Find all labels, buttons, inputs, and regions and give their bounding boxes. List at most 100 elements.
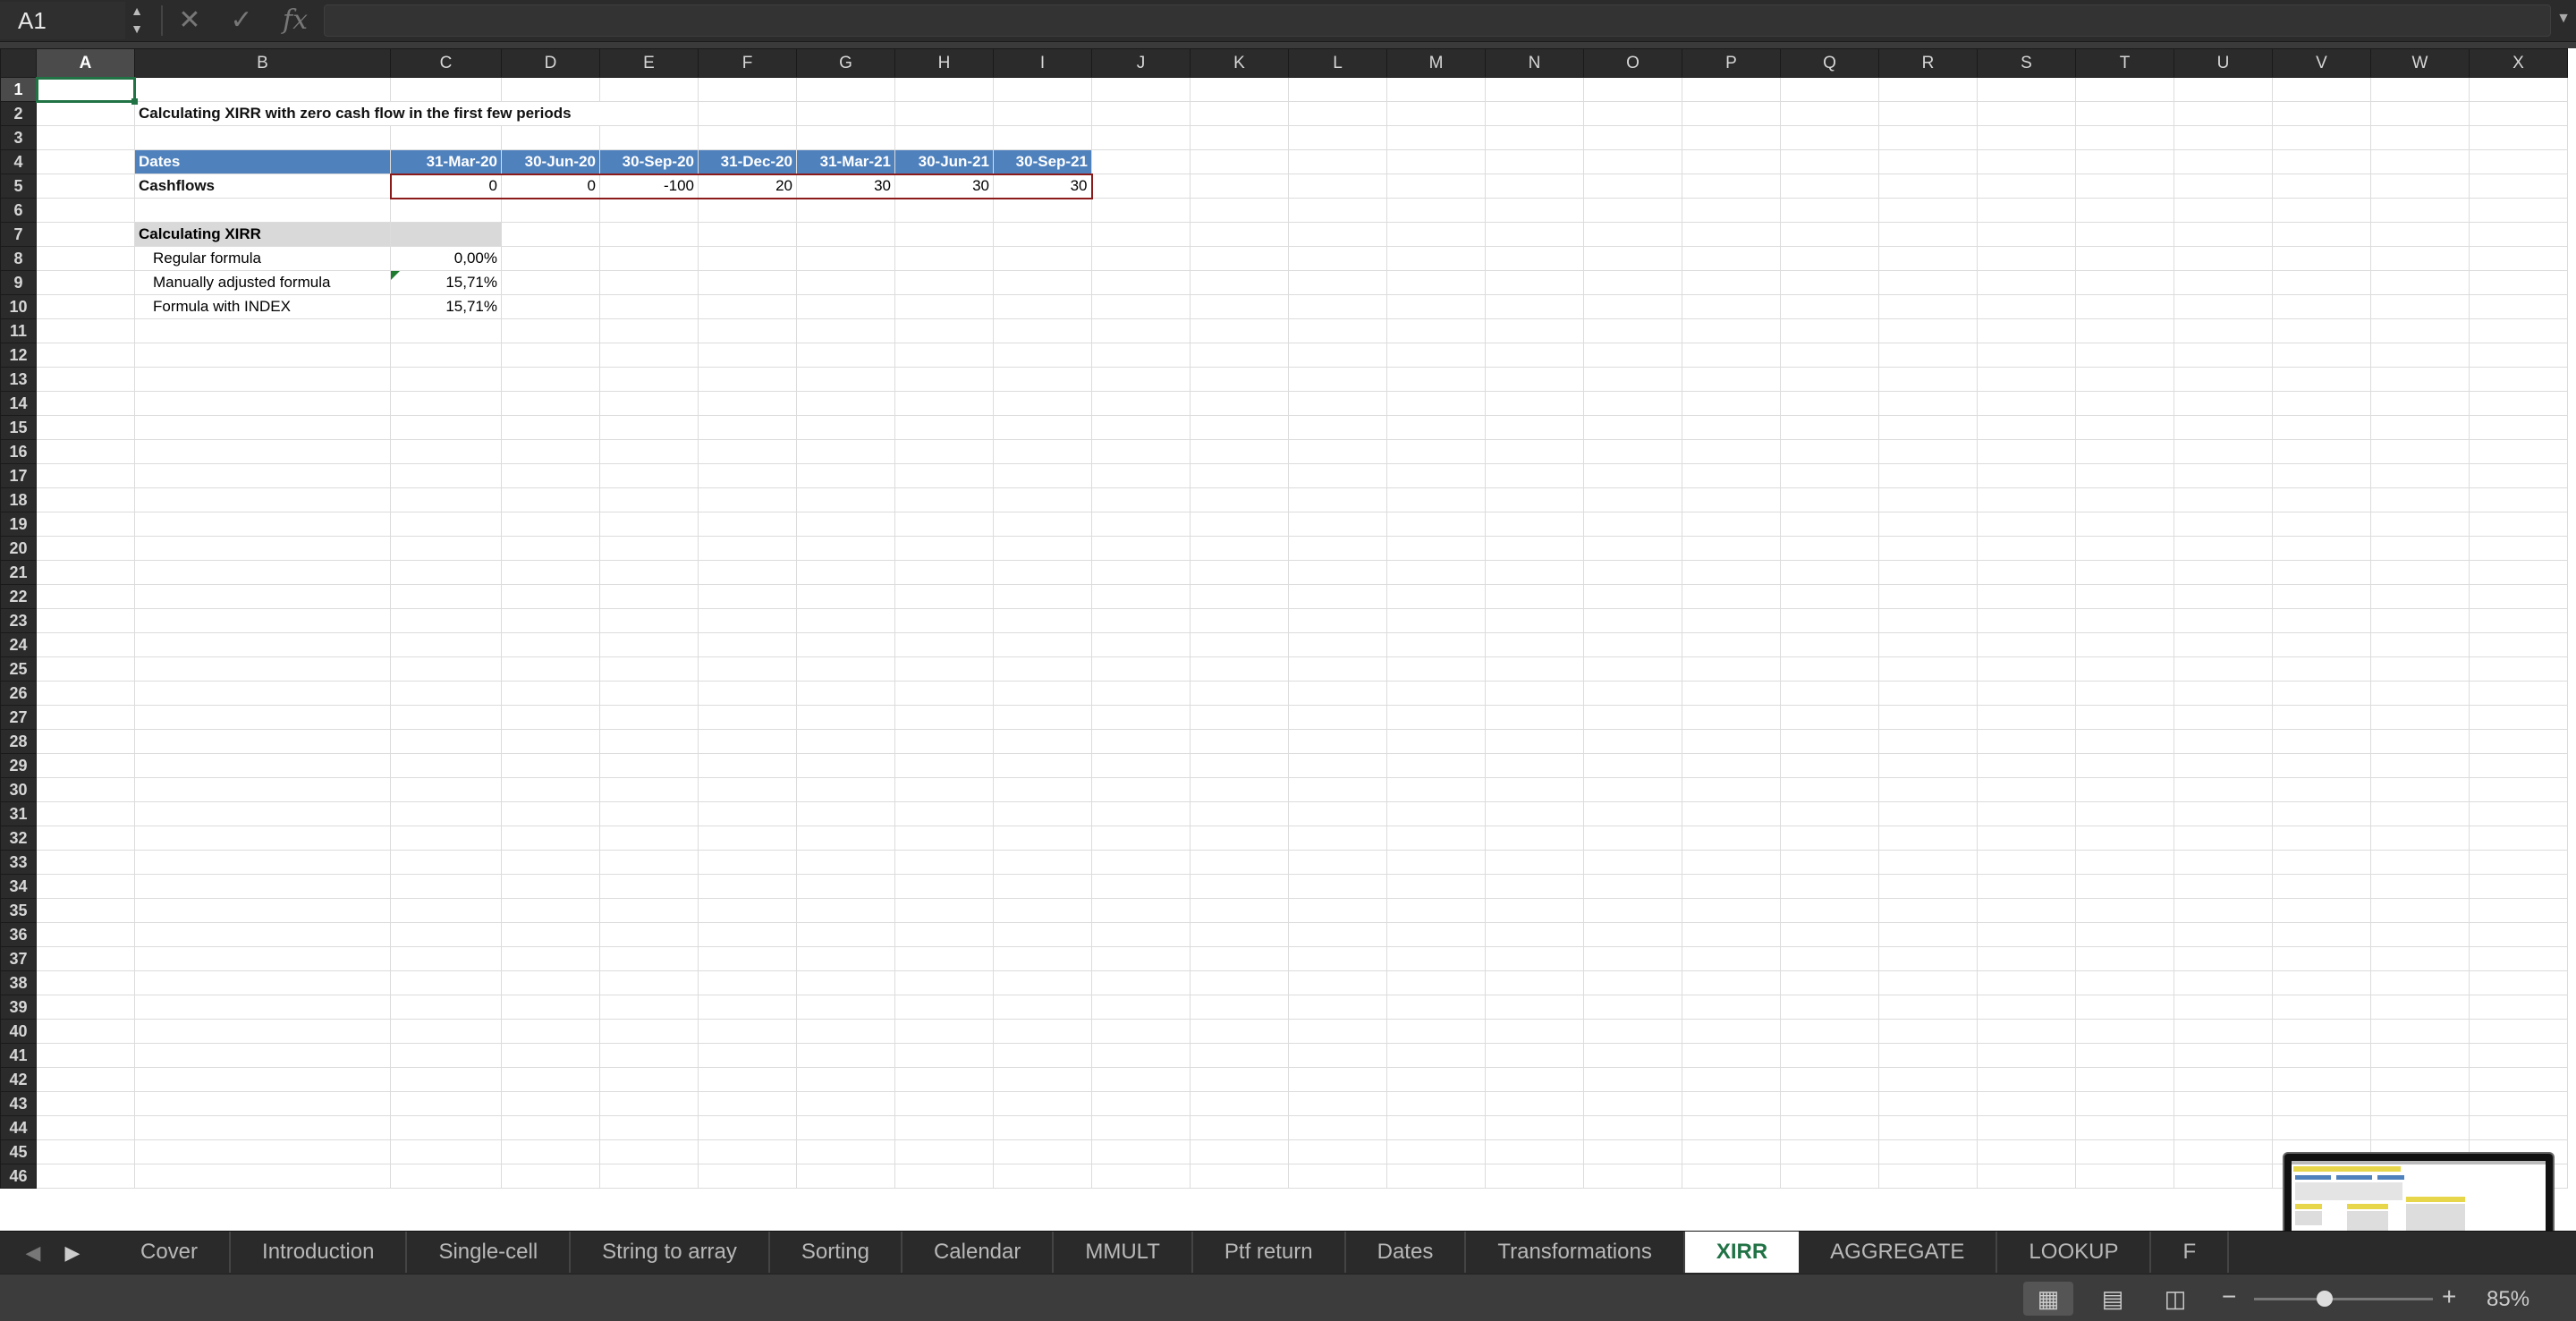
cell[interactable] xyxy=(993,946,1092,971)
cell[interactable] xyxy=(2370,1067,2470,1092)
cell[interactable] xyxy=(993,777,1092,802)
cell[interactable] xyxy=(1091,608,1191,633)
cell[interactable] xyxy=(1386,270,1486,295)
row-header[interactable]: 44 xyxy=(0,1115,37,1140)
cell[interactable] xyxy=(390,77,502,102)
cell[interactable] xyxy=(894,391,994,416)
cell[interactable] xyxy=(993,850,1092,875)
cell[interactable] xyxy=(501,656,600,682)
cell[interactable] xyxy=(1485,729,1584,754)
cell[interactable] xyxy=(2370,174,2470,199)
cell[interactable] xyxy=(796,946,895,971)
cell[interactable] xyxy=(2272,149,2371,174)
cell[interactable] xyxy=(1878,198,1978,223)
cell[interactable] xyxy=(1288,536,1387,561)
cell[interactable] xyxy=(36,536,135,561)
cell[interactable] xyxy=(390,970,502,995)
cell[interactable] xyxy=(1288,995,1387,1020)
cell[interactable] xyxy=(993,1067,1092,1092)
cell[interactable] xyxy=(993,439,1092,464)
cell[interactable] xyxy=(134,1164,391,1189)
cell[interactable] xyxy=(2075,681,2174,706)
cell[interactable] xyxy=(894,77,994,102)
column-header[interactable]: J xyxy=(1091,48,1191,78)
cell[interactable] xyxy=(894,343,994,368)
cell[interactable] xyxy=(796,584,895,609)
cell[interactable] xyxy=(1780,1164,1879,1189)
cell[interactable] xyxy=(1091,343,1191,368)
cell[interactable] xyxy=(501,367,600,392)
cell[interactable] xyxy=(1583,125,1682,150)
cell[interactable] xyxy=(2469,1067,2568,1092)
name-box-stepper[interactable]: ▲ ▼ xyxy=(125,2,148,39)
cell[interactable] xyxy=(501,608,600,633)
cell[interactable] xyxy=(1682,826,1781,851)
cell[interactable] xyxy=(501,801,600,826)
cell[interactable] xyxy=(2075,656,2174,682)
cell[interactable] xyxy=(1977,174,2076,199)
cell[interactable] xyxy=(1583,463,1682,488)
cell[interactable] xyxy=(1977,777,2076,802)
cell[interactable] xyxy=(1583,391,1682,416)
cell[interactable] xyxy=(2469,632,2568,657)
cell[interactable] xyxy=(599,970,699,995)
cell[interactable] xyxy=(1091,1067,1191,1092)
cell[interactable] xyxy=(1386,850,1486,875)
cell[interactable] xyxy=(894,584,994,609)
cell[interactable] xyxy=(1288,584,1387,609)
cell[interactable] xyxy=(1288,487,1387,512)
cell[interactable] xyxy=(2272,1115,2371,1140)
cell[interactable] xyxy=(1288,705,1387,730)
cell[interactable] xyxy=(599,681,699,706)
cell[interactable] xyxy=(1878,1164,1978,1189)
result-label[interactable]: Regular formula xyxy=(134,246,391,271)
cell[interactable] xyxy=(698,632,797,657)
page-break-view-icon[interactable]: ◫ xyxy=(2150,1282,2200,1316)
cell[interactable] xyxy=(1485,656,1584,682)
cell[interactable] xyxy=(1091,294,1191,319)
cell[interactable] xyxy=(2272,318,2371,343)
cell[interactable] xyxy=(1190,777,1289,802)
cell[interactable] xyxy=(134,1139,391,1164)
cell[interactable] xyxy=(698,801,797,826)
cell[interactable] xyxy=(2370,705,2470,730)
cell[interactable] xyxy=(599,995,699,1020)
cell[interactable] xyxy=(1386,705,1486,730)
cell[interactable] xyxy=(1583,801,1682,826)
cell[interactable] xyxy=(1485,970,1584,995)
sheet-tab[interactable]: Introduction xyxy=(231,1232,408,1273)
cell[interactable] xyxy=(1485,149,1584,174)
cell[interactable] xyxy=(1780,487,1879,512)
cell[interactable] xyxy=(36,946,135,971)
cell[interactable] xyxy=(796,656,895,682)
cell[interactable] xyxy=(1878,149,1978,174)
cell[interactable] xyxy=(2075,294,2174,319)
cell[interactable] xyxy=(2370,198,2470,223)
cell[interactable] xyxy=(1583,1139,1682,1164)
cell[interactable] xyxy=(599,922,699,947)
column-header[interactable]: D xyxy=(501,48,600,78)
cell[interactable] xyxy=(1682,463,1781,488)
cell[interactable] xyxy=(134,367,391,392)
cell[interactable] xyxy=(894,753,994,778)
cell[interactable] xyxy=(1485,270,1584,295)
cell[interactable] xyxy=(1583,270,1682,295)
cell[interactable] xyxy=(36,874,135,899)
zoom-out-icon[interactable]: − xyxy=(2222,1283,2236,1310)
cell[interactable] xyxy=(2174,246,2273,271)
cell[interactable] xyxy=(2174,874,2273,899)
cell[interactable] xyxy=(993,753,1092,778)
cell[interactable] xyxy=(796,222,895,247)
column-header[interactable]: L xyxy=(1288,48,1387,78)
cell[interactable] xyxy=(796,729,895,754)
cell[interactable] xyxy=(2272,246,2371,271)
cell[interactable] xyxy=(1583,584,1682,609)
cell[interactable] xyxy=(2370,246,2470,271)
cell[interactable] xyxy=(2075,705,2174,730)
function-icon[interactable]: fx xyxy=(277,4,313,38)
cell[interactable] xyxy=(2469,512,2568,537)
cell[interactable] xyxy=(2174,77,2273,102)
cell[interactable] xyxy=(1288,512,1387,537)
cell[interactable] xyxy=(1190,874,1289,899)
column-header[interactable]: A xyxy=(36,48,135,78)
